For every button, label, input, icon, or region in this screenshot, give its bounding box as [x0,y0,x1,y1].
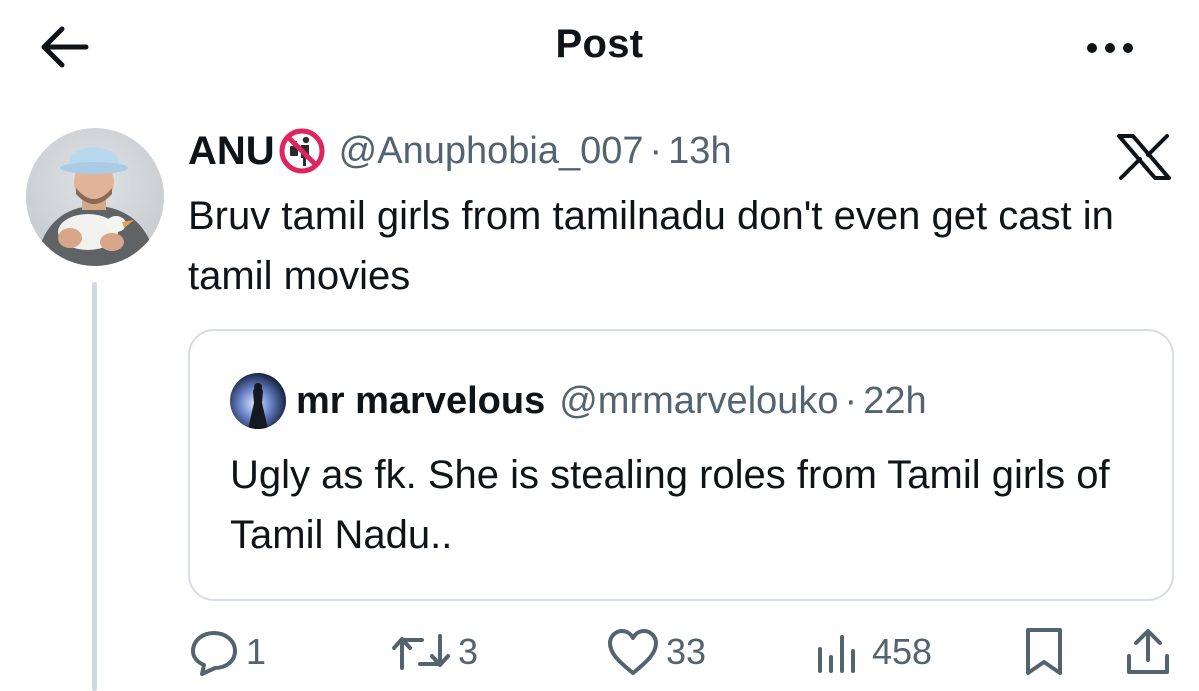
quoted-avatar-image [230,373,286,429]
ellipsis-dot [1123,43,1133,53]
views-count: 458 [872,631,933,672]
reply-button[interactable]: 1 [188,620,266,684]
separator-dot: · [844,379,858,422]
ellipsis-icon [1087,43,1097,53]
top-bar: Post [0,0,1199,96]
quoted-post-header: mr marvelous @mrmarvelouko · 22h [296,375,927,427]
like-icon [608,629,658,675]
views-icon [818,635,855,673]
reply-count: 1 [246,631,267,672]
bookmark-icon [1026,628,1062,675]
more-options-button[interactable] [1080,28,1140,68]
author-handle[interactable]: @Anuphobia_007 [339,130,644,173]
views-button[interactable]: 458 [812,620,932,684]
author-avatar[interactable] [26,128,164,266]
quoted-author-handle: @mrmarvelouko [559,379,839,422]
repost-count: 3 [458,631,479,672]
prohibited-sign-icon [279,128,325,174]
action-bar: 1 3 33 458 [0,620,1199,684]
ellipsis-dot [1105,43,1115,53]
repost-button[interactable]: 3 [390,620,478,684]
post-header: ANU @Anuphobia_007 · 13h [188,124,732,178]
x-logo-icon[interactable] [1117,134,1171,180]
post-text: Bruv tamil girls from tamilnadu don't ev… [188,194,1114,298]
quoted-author-name: mr marvelous [296,379,546,422]
share-button[interactable] [1124,620,1172,684]
like-button[interactable]: 33 [606,620,706,684]
quoted-post-card[interactable]: mr marvelous @mrmarvelouko · 22h Ugly as… [188,329,1174,601]
reply-icon [191,631,237,676]
repost-icon [392,634,450,670]
share-icon [1127,629,1169,674]
page-title: Post [555,22,644,66]
author-name[interactable]: ANU [188,129,275,174]
post-timestamp[interactable]: 13h [668,130,731,173]
quoted-post-timestamp: 22h [863,379,927,422]
quoted-author-avatar [230,373,286,429]
separator-dot: · [649,129,663,172]
like-count: 33 [666,631,707,672]
quoted-post-text: Ugly as fk. She is stealing roles from T… [230,453,1110,557]
avatar-image [26,128,164,266]
bookmark-button[interactable] [1022,620,1066,684]
